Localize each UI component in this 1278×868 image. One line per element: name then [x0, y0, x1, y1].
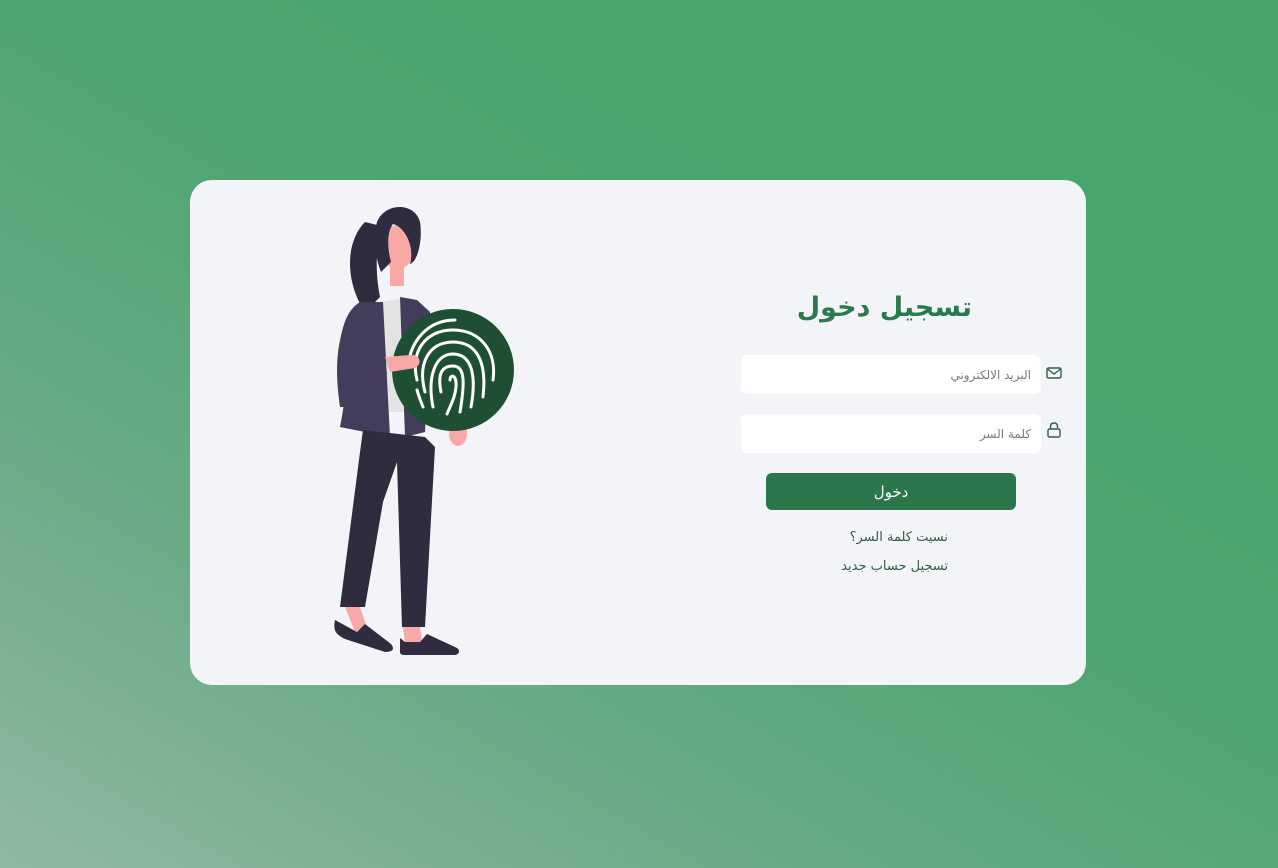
register-link[interactable]: تسجيل حساب جديد [730, 559, 948, 574]
envelope-icon [1045, 364, 1063, 382]
lock-icon [1045, 421, 1063, 439]
login-page: { "login": { "title": "تسجيل دخول", "ema… [0, 0, 1278, 868]
forgot-password-link[interactable]: نسيت كلمة السر؟ [730, 530, 948, 545]
email-field[interactable] [741, 355, 1041, 394]
password-field[interactable] [741, 414, 1041, 453]
login-form: تسجيل دخول دخول نسيت كلمة السر؟ تسجيل حس… [730, 180, 1070, 685]
login-button[interactable]: دخول [766, 473, 1016, 510]
person-holding-fingerprint-illustration [334, 207, 514, 655]
email-input[interactable] [741, 355, 1041, 394]
fingerprint-illustration [305, 202, 645, 662]
password-input[interactable] [741, 414, 1041, 453]
login-card: تسجيل دخول دخول نسيت كلمة السر؟ تسجيل حس… [190, 180, 1086, 685]
page-title: تسجيل دخول [796, 292, 972, 323]
